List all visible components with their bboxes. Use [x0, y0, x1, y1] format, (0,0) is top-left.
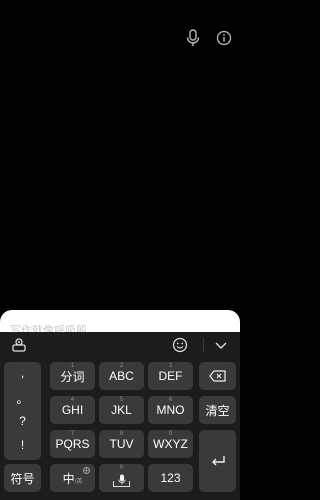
numbers-key[interactable]: 123	[148, 464, 193, 492]
key-4[interactable]: 4 GHI	[50, 396, 95, 424]
delete-key[interactable]	[199, 362, 236, 390]
key-8[interactable]: 8 TUV	[99, 430, 144, 458]
smiley-icon[interactable]	[172, 337, 188, 353]
symbols-key[interactable]: 符号	[4, 464, 41, 492]
comma-key[interactable]: ,	[4, 366, 41, 380]
key-5[interactable]: 5 JKL	[99, 396, 144, 424]
enter-icon	[211, 456, 225, 466]
key-9[interactable]: 9 WXYZ	[148, 430, 193, 458]
key-3[interactable]: 3 DEF	[148, 362, 193, 390]
backspace-icon	[208, 370, 226, 382]
key-7[interactable]: 7 PQRS	[50, 430, 95, 458]
keyboard: , 。 ? ! 1 分词 2 ABC 3 DEF 4 GHI 5 JKL 6 M…	[0, 332, 240, 500]
punctuation-column[interactable]: , 。 ? !	[4, 362, 41, 460]
question-key[interactable]: ?	[4, 414, 41, 428]
enter-key[interactable]	[199, 430, 236, 492]
chevron-down-icon[interactable]	[213, 337, 229, 353]
text-input-area[interactable]: 写作就像呼吸般	[0, 310, 240, 332]
keyboard-app-icon[interactable]	[11, 337, 27, 353]
key-6[interactable]: 6 MNO	[148, 396, 193, 424]
period-key[interactable]: 。	[4, 390, 41, 407]
space-key[interactable]: 0	[99, 464, 144, 492]
key-1[interactable]: 1 分词	[50, 362, 95, 390]
exclamation-key[interactable]: !	[4, 438, 41, 452]
microphone-icon[interactable]	[185, 29, 201, 47]
language-switch-key[interactable]: 中/英	[50, 464, 95, 492]
clear-key[interactable]: 清空	[199, 396, 236, 424]
input-placeholder: 写作就像呼吸般	[10, 325, 87, 332]
keyboard-toolbar	[0, 332, 240, 358]
key-2[interactable]: 2 ABC	[99, 362, 144, 390]
toolbar-divider	[203, 338, 204, 352]
space-bar-indicator	[113, 481, 130, 487]
globe-icon	[83, 467, 90, 474]
info-icon[interactable]	[216, 29, 232, 47]
